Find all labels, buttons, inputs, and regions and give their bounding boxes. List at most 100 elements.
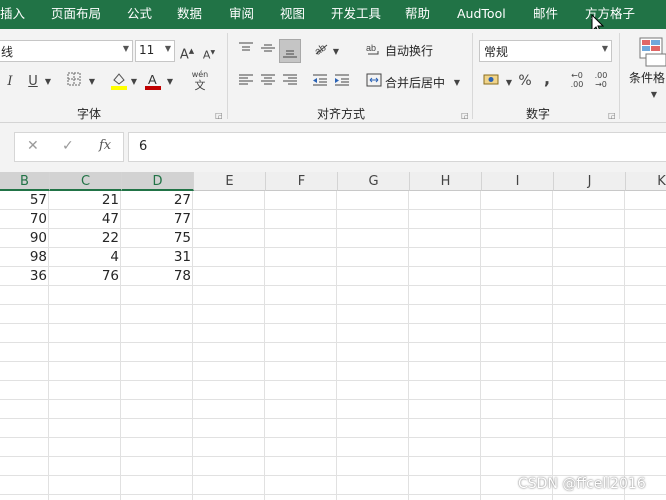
formula-input[interactable]: 6 <box>128 132 666 162</box>
chevron-down-icon[interactable]: ▼ <box>332 42 340 62</box>
column-header-g[interactable]: G <box>338 172 410 191</box>
column-header-d[interactable]: D <box>122 172 194 191</box>
grow-font-icon: A <box>179 47 189 63</box>
cell-d4[interactable]: 31 <box>122 248 194 267</box>
cell-b1[interactable]: 57 <box>0 191 50 210</box>
column-header-h[interactable]: H <box>410 172 482 191</box>
worksheet-grid[interactable]: 57 21 27 70 47 77 90 22 75 98 4 31 36 76… <box>0 191 666 500</box>
tab-data[interactable]: 数据 <box>177 0 202 29</box>
align-center-icon[interactable] <box>259 73 277 94</box>
column-header-f[interactable]: F <box>266 172 338 191</box>
cell-b3[interactable]: 90 <box>0 229 50 248</box>
cell-d2[interactable]: 77 <box>122 210 194 229</box>
tab-view[interactable]: 视图 <box>280 0 305 29</box>
phonetic-guide-button[interactable]: wén 文 <box>186 69 214 91</box>
chevron-down-icon[interactable]: ▼ <box>130 72 138 92</box>
chevron-down-icon[interactable]: ▼ <box>88 72 96 92</box>
tab-audtool[interactable]: AudTool <box>457 0 506 29</box>
dialog-launcher-icon[interactable]: ◲ <box>608 111 616 120</box>
font-group-label: 字体 <box>77 107 102 121</box>
percent-style-button[interactable]: % <box>517 71 533 91</box>
wrap-text-icon[interactable]: ab <box>366 41 382 64</box>
shrink-font-button[interactable]: A▼ <box>201 43 217 66</box>
fill-color-icon[interactable] <box>110 71 128 98</box>
chevron-down-icon[interactable]: ▼ <box>166 72 174 92</box>
cell-c4[interactable]: 4 <box>50 248 122 267</box>
tab-page-layout[interactable]: 页面布局 <box>51 0 101 29</box>
accounting-format-icon[interactable] <box>483 72 503 95</box>
group-separator <box>619 33 620 119</box>
svg-text:ab: ab <box>366 43 376 53</box>
column-header-j[interactable]: J <box>554 172 626 191</box>
watermark: CSDN @ffcell2016 <box>518 476 646 492</box>
borders-icon[interactable] <box>66 72 82 93</box>
conditional-formatting-button[interactable]: 条件格 <box>629 67 665 89</box>
cancel-icon[interactable]: ✕ <box>27 138 39 154</box>
chevron-down-icon[interactable]: ▼ <box>505 73 513 93</box>
font-name-value: 线 <box>1 45 14 59</box>
font-size-combo[interactable]: 11 ▼ <box>135 40 175 62</box>
number-format-value: 常规 <box>484 45 509 59</box>
column-header-c[interactable]: C <box>50 172 122 191</box>
column-header-b[interactable]: B <box>0 172 50 191</box>
cell-d1[interactable]: 27 <box>122 191 194 210</box>
orientation-icon[interactable]: ab <box>311 39 331 64</box>
align-top-icon[interactable] <box>237 41 255 62</box>
align-left-icon[interactable] <box>237 73 255 94</box>
cell-b5[interactable]: 36 <box>0 267 50 286</box>
font-name-combo[interactable]: 线 ▼ <box>0 40 133 62</box>
chevron-down-icon[interactable]: ▼ <box>650 85 658 105</box>
column-header-k[interactable]: K <box>626 172 666 191</box>
chevron-down-icon: ▼ <box>122 44 129 53</box>
cell-b4[interactable]: 98 <box>0 248 50 267</box>
tab-review[interactable]: 审阅 <box>229 0 254 29</box>
dialog-launcher-icon[interactable]: ◲ <box>215 111 223 120</box>
svg-text:A: A <box>148 72 157 87</box>
underline-button[interactable]: U <box>26 72 40 92</box>
dialog-launcher-icon[interactable]: ◲ <box>461 111 469 120</box>
enter-icon[interactable]: ✓ <box>62 138 74 154</box>
number-format-combo[interactable]: 常规 ▼ <box>479 40 612 62</box>
ribbon: 线 ▼ 11 ▼ A▲ A▼ I U ▼ ▼ ▼ A ▼ wén 文 字体 ◲ … <box>0 29 666 123</box>
align-right-icon[interactable] <box>281 73 299 94</box>
group-separator <box>472 33 473 119</box>
align-bottom-icon[interactable] <box>279 39 301 63</box>
insert-function-icon[interactable]: fx <box>99 138 111 153</box>
group-separator <box>227 33 228 119</box>
number-group-label: 数字 <box>526 107 551 121</box>
formula-buttons: ✕ ✓ fx <box>14 132 124 162</box>
comma-style-button[interactable]: , <box>541 69 553 89</box>
alignment-group-label: 对齐方式 <box>317 107 366 121</box>
tab-insert[interactable]: 插入 <box>0 0 25 29</box>
cell-d5[interactable]: 78 <box>122 267 194 286</box>
chevron-down-icon[interactable]: ▼ <box>453 73 461 93</box>
cell-c3[interactable]: 22 <box>50 229 122 248</box>
increase-indent-icon[interactable] <box>333 73 351 94</box>
column-header-e[interactable]: E <box>194 172 266 191</box>
chevron-down-icon: ▼ <box>164 44 171 53</box>
merge-center-button[interactable]: 合并后居中 <box>385 72 445 94</box>
cell-c5[interactable]: 76 <box>50 267 122 286</box>
phonetic-char: 文 <box>194 79 206 92</box>
tab-help[interactable]: 帮助 <box>405 0 430 29</box>
align-middle-icon[interactable] <box>259 41 277 62</box>
tab-mail[interactable]: 邮件 <box>533 0 558 29</box>
cell-c1[interactable]: 21 <box>50 191 122 210</box>
chevron-down-icon[interactable]: ▼ <box>44 72 52 92</box>
tab-developer[interactable]: 开发工具 <box>331 0 381 29</box>
tab-formulas[interactable]: 公式 <box>127 0 152 29</box>
ribbon-tab-bar: 插入 页面布局 公式 数据 审阅 视图 开发工具 帮助 AudTool 邮件 方… <box>0 0 666 35</box>
formula-bar: ✕ ✓ fx 6 <box>0 123 666 172</box>
wrap-text-button[interactable]: 自动换行 <box>385 40 433 62</box>
increase-decimal-icon[interactable]: ←0.00 <box>567 71 587 89</box>
italic-button[interactable]: I <box>4 72 16 92</box>
cell-c2[interactable]: 47 <box>50 210 122 229</box>
grow-font-button[interactable]: A▲ <box>179 41 195 65</box>
merge-center-icon[interactable] <box>365 73 383 94</box>
decrease-indent-icon[interactable] <box>311 73 329 94</box>
decrease-decimal-icon[interactable]: .00 →0 <box>591 71 611 89</box>
cell-d3[interactable]: 75 <box>122 229 194 248</box>
font-color-icon[interactable]: A <box>144 71 162 98</box>
column-header-i[interactable]: I <box>482 172 554 191</box>
cell-b2[interactable]: 70 <box>0 210 50 229</box>
